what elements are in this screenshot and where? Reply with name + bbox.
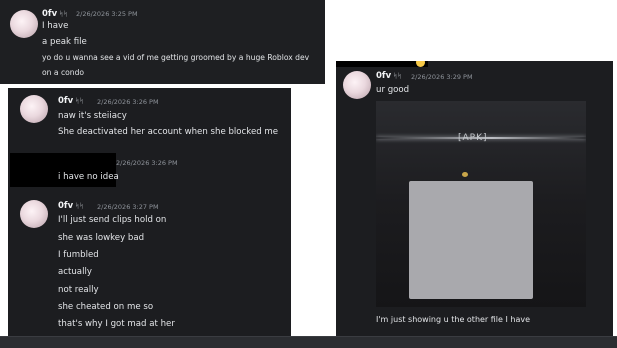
message-timestamp: 2/26/2026 3:26 PM — [97, 98, 159, 106]
message-text: that's why I got mad at her — [58, 319, 175, 329]
username-text: 0fv — [58, 201, 74, 211]
username-text: 0fv — [42, 9, 58, 19]
avatar[interactable] — [20, 200, 48, 228]
taskbar — [0, 336, 617, 348]
username-badge: ᛋᛋ — [75, 97, 84, 105]
message-timestamp: 2/26/2026 3:26 PM — [116, 159, 178, 167]
redaction-box — [336, 61, 428, 67]
message-text: actually — [58, 267, 92, 277]
message-text: a peak file — [42, 37, 87, 47]
video-logo: [APK] — [458, 133, 488, 143]
blurred-region — [409, 181, 533, 299]
username-text: 0fv — [58, 96, 74, 106]
chat-panel-right: 0fv ᛋᛋ 2/26/2026 3:29 PM ur good [APK] I'… — [336, 61, 613, 338]
username-badge: ᛋᛋ — [59, 10, 68, 18]
username-text: 0fv — [376, 71, 392, 81]
message-text: on a condo — [42, 68, 85, 77]
message-text: she was lowkey bad — [58, 233, 145, 243]
chat-panel-bottom-left: 0fv ᛋᛋ 2/26/2026 3:26 PM naw it's steiiac… — [8, 88, 291, 336]
avatar[interactable] — [20, 95, 48, 123]
message-text: I have — [42, 21, 69, 31]
message-timestamp: 2/26/2026 3:25 PM — [76, 10, 138, 18]
message-text: she cheated on me so — [58, 302, 154, 312]
message-text: I'll just send clips hold on — [58, 215, 167, 225]
message-text: not really — [58, 285, 99, 295]
username[interactable]: 0fv ᛋᛋ — [58, 96, 84, 106]
username-badge: ᛋᛋ — [75, 202, 84, 210]
message-text: She deactivated her account when she blo… — [58, 127, 279, 137]
video-light-spot — [462, 172, 468, 177]
message-timestamp: 2/26/2026 3:27 PM — [97, 203, 159, 211]
video-attachment[interactable]: [APK] — [376, 101, 586, 307]
message-text: I'm just showing u the other file I have — [376, 315, 531, 324]
username[interactable]: 0fv ᛋᛋ — [42, 9, 68, 19]
message-text: I fumbled — [58, 250, 99, 260]
message-text: yo do u wanna see a vid of me getting gr… — [42, 53, 310, 62]
message-text: ur good — [376, 85, 410, 95]
username[interactable]: 0fv ᛋᛋ — [376, 71, 402, 81]
avatar[interactable] — [10, 10, 38, 38]
message-timestamp: 2/26/2026 3:29 PM — [411, 73, 473, 81]
chat-panel-top-left: 0fv ᛋᛋ 2/26/2026 3:25 PM I have a peak fi… — [0, 0, 325, 84]
message-text: naw it's steiiacy — [58, 111, 127, 121]
avatar[interactable] — [343, 71, 371, 99]
message-text: i have no idea — [58, 172, 119, 182]
username-badge: ᛋᛋ — [393, 72, 402, 80]
username[interactable]: 0fv ᛋᛋ — [58, 201, 84, 211]
